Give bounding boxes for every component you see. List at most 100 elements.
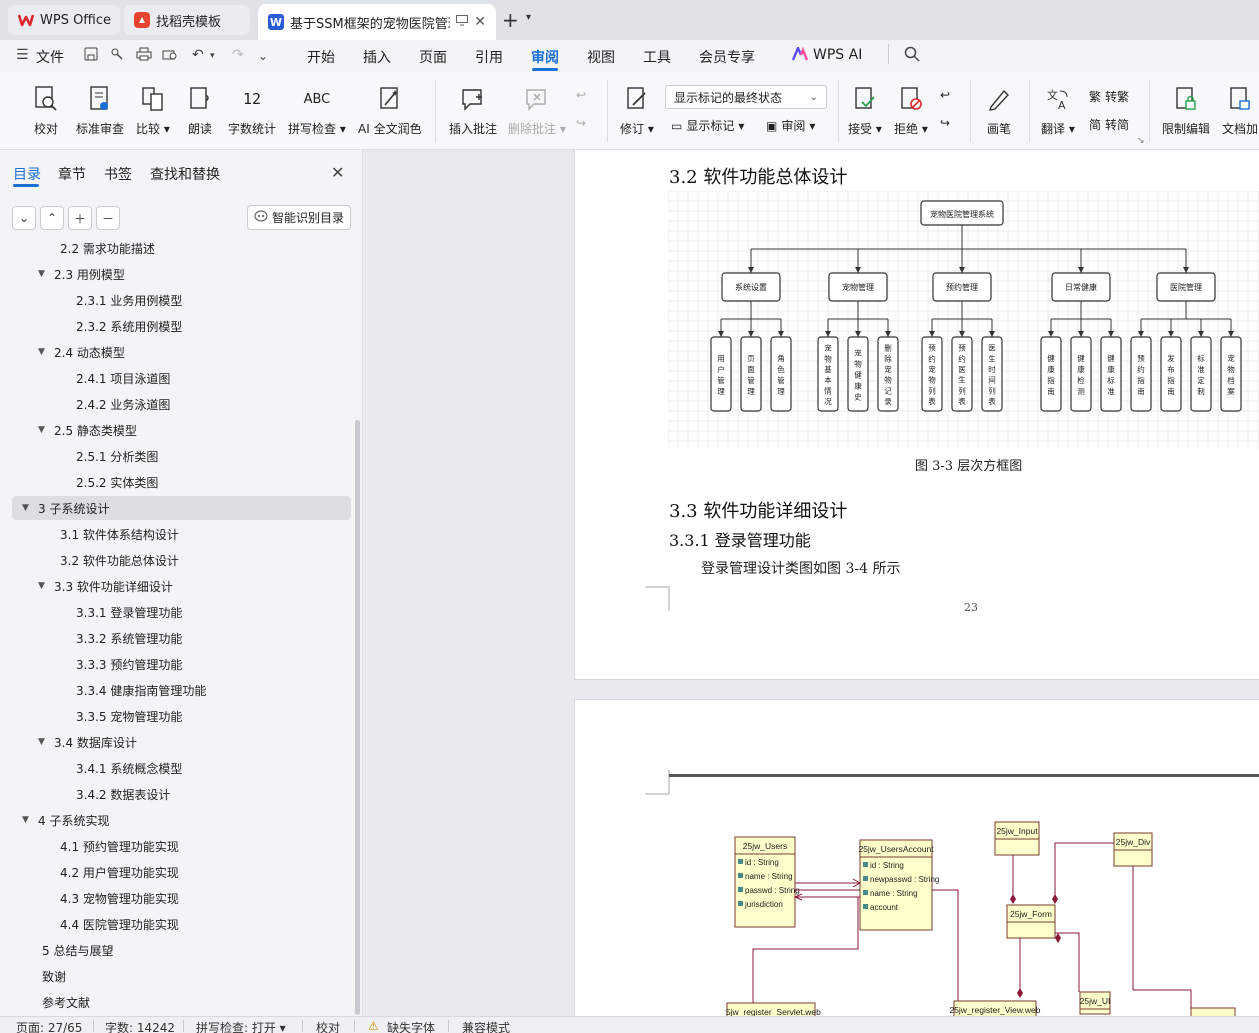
- toc-item[interactable]: 3.2 软件功能总体设计: [12, 548, 351, 572]
- menu-reference[interactable]: 引用: [475, 47, 503, 67]
- toc-item[interactable]: ▼ 2.5 静态类模型: [12, 418, 351, 442]
- pen-button[interactable]: 画笔: [986, 84, 1012, 137]
- sidebar-tab-find-replace[interactable]: 查找和替换: [150, 164, 220, 184]
- remove-heading-button[interactable]: －: [96, 206, 120, 230]
- accept-button[interactable]: 接受 ▾: [848, 84, 882, 137]
- review-pane-button[interactable]: ▣ 审阅 ▾: [766, 117, 815, 134]
- next-change-icon[interactable]: ↪: [940, 116, 950, 130]
- spell-check-button[interactable]: ABC 拼写检查 ▾: [288, 84, 346, 137]
- menu-review[interactable]: 审阅: [531, 47, 559, 67]
- show-markup-button[interactable]: ▭ 显示标记 ▾: [671, 117, 744, 134]
- expand-arrow-icon[interactable]: ▼: [38, 581, 50, 591]
- expand-up-button[interactable]: ⌃: [40, 206, 64, 230]
- toc-item[interactable]: 参考文献: [12, 990, 351, 1014]
- sidebar-tab-toc[interactable]: 目录: [13, 164, 41, 184]
- hamburger-icon[interactable]: ☰: [16, 47, 29, 63]
- tab-wps-office[interactable]: WPS Office: [8, 5, 120, 35]
- undo-dropdown-icon[interactable]: ▾: [210, 51, 215, 61]
- restrict-edit-button[interactable]: 限制编辑: [1162, 84, 1210, 137]
- toc-item[interactable]: 4.1 预约管理功能实现: [12, 834, 351, 858]
- monitor-icon[interactable]: [456, 15, 468, 29]
- add-heading-button[interactable]: ＋: [68, 206, 92, 230]
- expand-arrow-icon[interactable]: ▼: [38, 347, 50, 357]
- toc-item[interactable]: 3.4.1 系统概念模型: [12, 756, 351, 780]
- toc-item[interactable]: 2.2 需求功能描述: [12, 240, 351, 260]
- menu-tools[interactable]: 工具: [643, 47, 671, 67]
- menu-wps-ai[interactable]: WPS AI: [813, 47, 862, 63]
- toc-item[interactable]: ▼ 2.3 用例模型: [12, 262, 351, 286]
- toc-item[interactable]: 3.3.4 健康指南管理功能: [12, 678, 351, 702]
- toc-item[interactable]: 5 总结与展望: [12, 938, 351, 962]
- sidebar-tab-chapter[interactable]: 章节: [58, 164, 86, 184]
- toc-item[interactable]: 4.2 用户管理功能实现: [12, 860, 351, 884]
- tab-list-chevron-icon[interactable]: ▾: [526, 12, 531, 23]
- search-icon[interactable]: [904, 46, 920, 66]
- smart-toc-button[interactable]: 智能识别目录: [247, 205, 351, 230]
- menu-page[interactable]: 页面: [419, 47, 447, 67]
- link-icon[interactable]: [110, 47, 124, 65]
- to-simplified-button[interactable]: 简转简: [1089, 116, 1129, 133]
- expand-arrow-icon[interactable]: ▼: [22, 815, 34, 825]
- reject-button[interactable]: 拒绝 ▾: [894, 84, 928, 137]
- expand-group-icon[interactable]: ↘: [1137, 136, 1145, 146]
- toc-item[interactable]: 2.3.1 业务用例模型: [12, 288, 351, 312]
- save-icon[interactable]: [84, 47, 98, 65]
- encrypt-doc-button[interactable]: 文档加: [1222, 84, 1258, 137]
- next-comment-icon[interactable]: ↪: [576, 116, 586, 130]
- expand-arrow-icon[interactable]: ▼: [38, 269, 50, 279]
- tab-document[interactable]: W 基于SSM框架的宠物医院管理 ✕: [258, 4, 496, 40]
- sidebar-scrollbar[interactable]: [355, 420, 360, 1015]
- menu-start[interactable]: 开始: [307, 47, 335, 67]
- menu-view[interactable]: 视图: [587, 47, 615, 67]
- expand-arrow-icon[interactable]: ▼: [38, 737, 50, 747]
- toc-item[interactable]: 2.5.2 实体类图: [12, 470, 351, 494]
- close-sidebar-icon[interactable]: ✕: [331, 163, 344, 182]
- prev-comment-icon[interactable]: ↩: [576, 88, 586, 102]
- undo-icon[interactable]: ↶: [192, 47, 204, 63]
- ai-polish-button[interactable]: AI 全文润色: [358, 84, 422, 137]
- menu-file[interactable]: 文件: [36, 47, 64, 67]
- toc-item[interactable]: 3.3.5 宠物管理功能: [12, 704, 351, 728]
- toc-item[interactable]: 2.5.1 分析类图: [12, 444, 351, 468]
- toc-item[interactable]: 4.3 宠物管理功能实现: [12, 886, 351, 910]
- missing-font-status[interactable]: 缺失字体: [387, 1019, 435, 1033]
- toc-item[interactable]: 3.4.2 数据表设计: [12, 782, 351, 806]
- toc-item[interactable]: 3.1 软件体系结构设计: [12, 522, 351, 546]
- toc-item[interactable]: 3.3.2 系统管理功能: [12, 626, 351, 650]
- collapse-all-button[interactable]: ⌄: [12, 206, 36, 230]
- toc-item[interactable]: 2.4.1 项目泳道图: [12, 366, 351, 390]
- to-traditional-button[interactable]: 繁转繁: [1089, 88, 1129, 105]
- toc-item[interactable]: ▼ 3 子系统设计: [12, 496, 351, 520]
- toc-item[interactable]: ▼ 3.4 数据库设计: [12, 730, 351, 754]
- delete-comment-button[interactable]: 删除批注 ▾: [508, 84, 566, 137]
- spell-check-status[interactable]: 拼写检查: 打开 ▾: [196, 1019, 286, 1033]
- expand-arrow-icon[interactable]: ▼: [22, 503, 34, 513]
- insert-comment-button[interactable]: 插入批注: [449, 84, 497, 137]
- close-tab-icon[interactable]: ✕: [474, 14, 486, 30]
- word-count-indicator[interactable]: 字数: 14242: [105, 1019, 175, 1033]
- read-aloud-button[interactable]: 朗读: [187, 84, 213, 137]
- menu-insert[interactable]: 插入: [363, 47, 391, 67]
- toc-item[interactable]: 3.3.1 登录管理功能: [12, 600, 351, 624]
- toc-item[interactable]: ▼ 3.3 软件功能详细设计: [12, 574, 351, 598]
- toc-item[interactable]: 2.4.2 业务泳道图: [12, 392, 351, 416]
- proof-status[interactable]: 校对: [316, 1019, 340, 1033]
- standard-review-button[interactable]: 标准审查: [76, 84, 124, 137]
- word-count-button[interactable]: 12 字数统计: [228, 84, 276, 137]
- compare-button[interactable]: 比较 ▾: [136, 84, 170, 137]
- toc-item[interactable]: ▼ 4 子系统实现: [12, 808, 351, 832]
- new-tab-icon[interactable]: +: [502, 8, 519, 32]
- translate-button[interactable]: 文A 翻译 ▾: [1041, 84, 1075, 137]
- tab-docer[interactable]: 找稻壳模板: [124, 5, 250, 35]
- proofread-button[interactable]: 校对: [33, 84, 59, 137]
- toc-item[interactable]: 2.3.2 系统用例模型: [12, 314, 351, 338]
- print-preview-icon[interactable]: [162, 47, 178, 65]
- expand-arrow-icon[interactable]: ▼: [38, 425, 50, 435]
- markup-state-select[interactable]: 显示标记的最终状态 ⌄: [665, 85, 827, 109]
- print-icon[interactable]: [136, 47, 152, 65]
- toc-item[interactable]: 4.4 医院管理功能实现: [12, 912, 351, 936]
- toc-item[interactable]: 致谢: [12, 964, 351, 988]
- toc-item[interactable]: 3.3.3 预约管理功能: [12, 652, 351, 676]
- more-chevron-icon[interactable]: ⌄: [258, 49, 268, 63]
- revise-button[interactable]: 修订 ▾: [620, 84, 654, 137]
